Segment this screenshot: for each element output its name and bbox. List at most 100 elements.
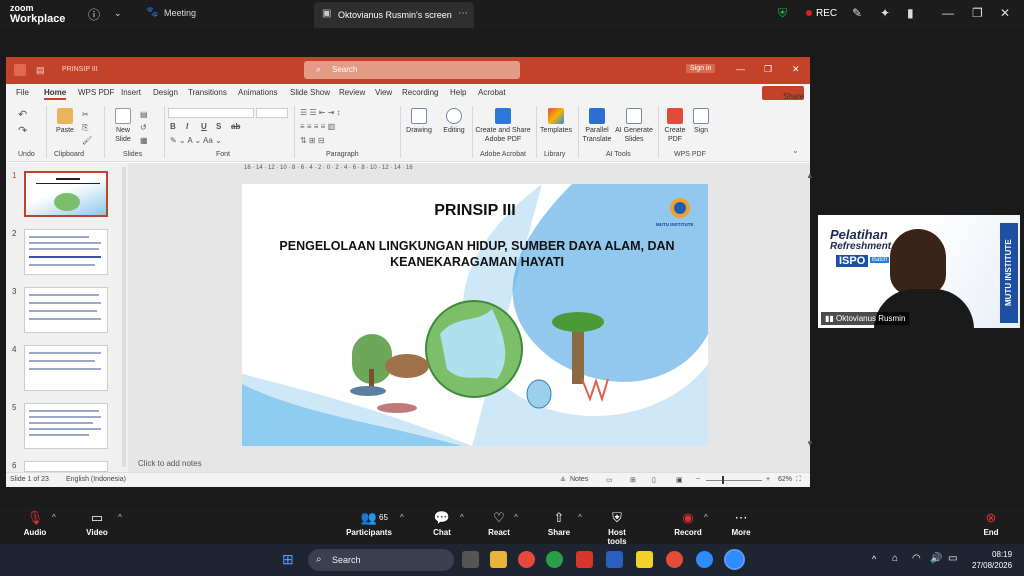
file-explorer-icon[interactable] xyxy=(490,551,507,568)
recording-indicator[interactable]: REC xyxy=(806,8,837,19)
collapse-ribbon-icon[interactable]: ⌄ xyxy=(792,146,799,155)
tab-acrobat[interactable]: Acrobat xyxy=(478,88,506,97)
copy-icon[interactable]: ⎘ xyxy=(82,123,88,133)
react-options-icon[interactable]: ^ xyxy=(514,513,518,522)
tab-home[interactable]: Home xyxy=(44,88,67,100)
slide-thumbnail-1[interactable] xyxy=(24,171,108,217)
format-painter-icon[interactable]: 🖌 xyxy=(82,136,92,145)
acrobat-icon[interactable] xyxy=(576,551,593,568)
slide-thumbnail-3[interactable] xyxy=(24,287,108,333)
slide-title[interactable]: PRINSIP III xyxy=(242,202,708,220)
sticky-notes-icon[interactable] xyxy=(636,551,653,568)
notes-toggle-icon[interactable]: ≗ xyxy=(560,476,566,484)
share-screen-button[interactable]: ⇧ Share xyxy=(546,510,572,537)
sign-button[interactable]: Sign xyxy=(690,108,712,135)
share-options-icon[interactable]: ^ xyxy=(578,513,582,522)
drawing-button[interactable]: Drawing xyxy=(404,108,434,135)
host-tools-button[interactable]: ⛨ Host tools xyxy=(598,510,636,546)
zoom-in-icon[interactable]: + xyxy=(766,476,770,483)
slide-thumbnail-6[interactable] xyxy=(24,461,108,472)
share-button[interactable]: Share xyxy=(762,86,804,101)
windows-start-icon[interactable]: ⊞ xyxy=(282,551,294,568)
slide-subtitle[interactable]: PENGELOLAAN LINGKUNGAN HIDUP, SUMBER DAY… xyxy=(272,238,682,270)
slide-sorter-icon[interactable]: ⊞ xyxy=(630,476,636,484)
thumbnail-scrollbar[interactable] xyxy=(122,167,126,467)
word-icon[interactable] xyxy=(606,551,623,568)
undo-icon[interactable]: ↶ xyxy=(18,108,27,121)
text-direction-icon[interactable]: ⇅ ⊞ ⊟ xyxy=(300,136,325,145)
underline-button[interactable]: U xyxy=(201,122,207,131)
minimize-icon[interactable]: — xyxy=(942,6,954,20)
shield-check-icon[interactable]: ⛨ xyxy=(778,6,787,21)
paste-button[interactable]: Paste xyxy=(52,108,78,135)
normal-view-icon[interactable]: ▭ xyxy=(606,476,613,484)
tab-view[interactable]: View xyxy=(375,88,392,97)
strikethrough-button[interactable]: ab xyxy=(231,122,240,131)
chrome-icon[interactable] xyxy=(518,551,535,568)
participants-options-icon[interactable]: ^ xyxy=(400,513,404,522)
align-icon[interactable]: ≡ ≡ ≡ ≡ ▥ xyxy=(300,122,335,131)
zoom-app-icon[interactable] xyxy=(696,551,713,568)
scroll-down-icon[interactable]: ▼ xyxy=(806,439,814,448)
sign-in-button[interactable]: Sign in xyxy=(686,64,716,73)
reading-view-icon[interactable]: ▯ xyxy=(652,476,656,484)
chat-options-icon[interactable]: ^ xyxy=(460,513,464,522)
record-button[interactable]: ◉ Record xyxy=(674,510,702,537)
cut-icon[interactable]: ✂ xyxy=(82,110,89,119)
react-button[interactable]: ♡ React xyxy=(486,510,512,537)
editing-button[interactable]: Editing xyxy=(440,108,468,135)
italic-button[interactable]: I xyxy=(186,122,188,131)
audio-button[interactable]: 🎙 Audio xyxy=(22,510,48,537)
reset-icon[interactable]: ↺ xyxy=(140,123,147,132)
tab-wps-pdf[interactable]: WPS PDF xyxy=(78,88,114,97)
zoom-active-icon[interactable] xyxy=(724,549,745,570)
scroll-up-icon[interactable]: ▲ xyxy=(806,171,814,180)
ppt-minimize-icon[interactable]: — xyxy=(736,64,745,74)
tab-recording[interactable]: Recording xyxy=(402,88,438,97)
zoom-out-icon[interactable]: − xyxy=(696,476,700,483)
slideshow-icon[interactable]: ▣ xyxy=(676,476,683,484)
record-options-icon[interactable]: ^ xyxy=(704,513,708,522)
chat-button[interactable]: 💬 Chat xyxy=(430,510,454,537)
tab-insert[interactable]: Insert xyxy=(121,88,141,97)
tray-chevron-icon[interactable]: ^ xyxy=(872,554,876,564)
ppt-restore-icon[interactable]: ❐ xyxy=(764,64,772,75)
slide-thumbnail-5[interactable] xyxy=(24,403,108,449)
tab-animations[interactable]: Animations xyxy=(238,88,278,97)
current-slide[interactable]: PRINSIP III PENGELOLAAN LINGKUNGAN HIDUP… xyxy=(242,184,708,446)
more-button[interactable]: ⋯ More xyxy=(728,510,754,537)
notes-placeholder[interactable]: Click to add notes xyxy=(138,459,202,468)
volume-icon[interactable]: 🔊 xyxy=(930,553,942,564)
font-size-select[interactable] xyxy=(256,108,288,118)
slide-thumbnail-4[interactable] xyxy=(24,345,108,391)
bullets-icon[interactable]: ☰ ☰ ⇤ ⇥ ↕ xyxy=(300,108,341,117)
templates-button[interactable]: Templates xyxy=(538,108,574,135)
chrome-second-icon[interactable] xyxy=(666,551,683,568)
parallel-translate-button[interactable]: Parallel Translate xyxy=(580,108,614,144)
share-screen-icon[interactable]: ▮ xyxy=(907,6,914,20)
clock[interactable]: 08:19 27/08/2026 xyxy=(972,549,1012,571)
fit-slide-icon[interactable]: ⛶ xyxy=(796,476,801,484)
create-share-adobe-pdf-button[interactable]: Create and Share Adobe PDF xyxy=(474,108,532,144)
document-name[interactable]: PRINSIP III xyxy=(62,66,98,73)
end-button[interactable]: ⊗ End xyxy=(980,510,1002,537)
more-options-icon[interactable]: ⋯ xyxy=(458,8,468,19)
language-indicator[interactable]: English (Indonesia) xyxy=(66,476,126,483)
tab-design[interactable]: Design xyxy=(153,88,178,97)
wifi-icon[interactable]: ◠ xyxy=(912,553,921,564)
video-options-icon[interactable]: ^ xyxy=(118,513,122,522)
font-name-select[interactable] xyxy=(168,108,254,118)
ppt-close-icon[interactable]: ✕ xyxy=(792,64,800,75)
tab-review[interactable]: Review xyxy=(339,88,365,97)
chevron-down-icon[interactable]: ⌄ xyxy=(114,8,122,19)
screen-share-tab[interactable]: ▣ Oktovianus Rusmin's screen ⋯ xyxy=(314,2,474,28)
shadow-button[interactable]: S xyxy=(216,122,221,131)
task-view-icon[interactable] xyxy=(462,551,479,568)
redo-icon[interactable]: ↷ xyxy=(18,124,27,137)
notes-toggle[interactable]: Notes xyxy=(570,476,588,483)
font-effects-icon[interactable]: ✎ ⌄ A ⌄ Aa ⌄ xyxy=(170,136,222,145)
participant-video[interactable]: Pelatihan Refreshment ISPO Batch MUTU IN… xyxy=(818,215,1020,328)
video-button[interactable]: ▭ Video xyxy=(84,510,110,537)
restore-icon[interactable]: ❐ xyxy=(972,6,983,20)
chrome-profile-icon[interactable] xyxy=(546,551,563,568)
